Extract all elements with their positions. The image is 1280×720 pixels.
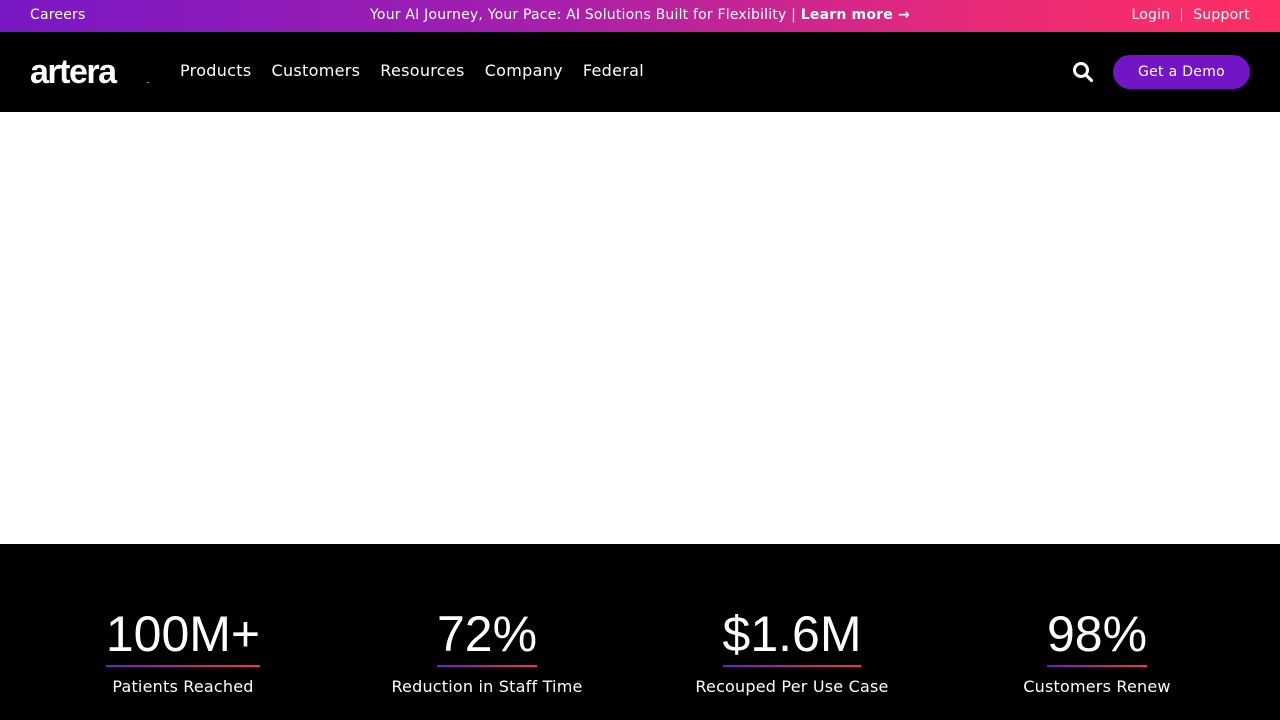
nav-item-company[interactable]: Company	[485, 61, 563, 80]
get-demo-button[interactable]: Get a Demo	[1113, 55, 1250, 89]
search-button[interactable]	[1072, 61, 1094, 83]
stat-renew: 98% Customers Renew	[977, 606, 1217, 696]
announcement: Your AI Journey, Your Pace: AI Solutions…	[0, 7, 1280, 23]
nav-item-federal[interactable]: Federal	[583, 61, 644, 80]
logo-text: artera	[30, 57, 118, 87]
svg-text:™: ™	[146, 81, 150, 86]
divider	[1181, 8, 1183, 22]
stat-value: $1.6M	[722, 606, 861, 667]
learn-more-link[interactable]: Learn more →	[801, 7, 910, 23]
stat-patients: 100M+ Patients Reached	[63, 606, 303, 696]
utility-links: Login Support	[1131, 7, 1250, 23]
stat-label: Customers Renew	[1023, 677, 1171, 696]
stat-recouped: $1.6M Recouped Per Use Case	[672, 606, 912, 696]
stat-value: 72%	[436, 606, 538, 667]
artera-logo-mark: artera ™	[30, 53, 150, 91]
stat-label: Recouped Per Use Case	[695, 677, 889, 696]
stat-value: 98%	[1046, 606, 1148, 667]
nav-item-products[interactable]: Products	[180, 61, 252, 80]
nav-menu: Products Customers Resources Company Fed…	[180, 61, 644, 80]
search-icon	[1073, 62, 1094, 83]
stat-label: Patients Reached	[112, 677, 254, 696]
nav-item-resources[interactable]: Resources	[380, 61, 464, 80]
support-link[interactable]: Support	[1193, 7, 1250, 23]
careers-link[interactable]: Careers	[30, 7, 85, 23]
stat-label: Reduction in Staff Time	[391, 677, 583, 696]
main-navigation: artera ™ Products Customers Resources Co…	[0, 32, 1280, 112]
nav-item-customers[interactable]: Customers	[272, 61, 361, 80]
login-link[interactable]: Login	[1131, 7, 1170, 23]
announcement-text: Your AI Journey, Your Pace: AI Solutions…	[370, 7, 801, 23]
artera-logo[interactable]: artera ™	[30, 53, 152, 91]
hero-area	[0, 112, 1280, 544]
stats-section: 100M+ Patients Reached 72% Reduction in …	[0, 544, 1280, 720]
stat-value: 100M+	[105, 606, 261, 667]
announcement-bar: Careers Your AI Journey, Your Pace: AI S…	[0, 0, 1280, 32]
stat-staff-time: 72% Reduction in Staff Time	[367, 606, 607, 696]
